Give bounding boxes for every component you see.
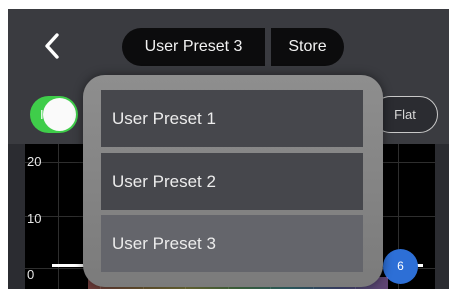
- menu-item-user-preset-2[interactable]: User Preset 2: [101, 153, 363, 210]
- preset-popup-menu: User Preset 1 User Preset 2 User Preset …: [83, 75, 383, 287]
- popup-overlay: User Preset 1 User Preset 2 User Preset …: [0, 0, 449, 289]
- menu-item-user-preset-1[interactable]: User Preset 1: [101, 90, 363, 147]
- menu-item-user-preset-3[interactable]: User Preset 3: [101, 215, 363, 272]
